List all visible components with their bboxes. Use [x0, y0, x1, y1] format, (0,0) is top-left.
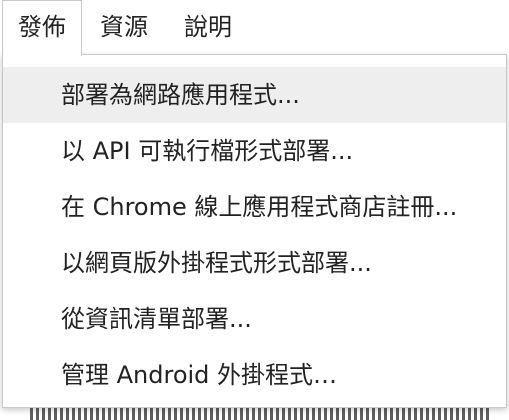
deploy-as-api-executable-item[interactable]: 以 API 可執行檔形式部署... [3, 123, 506, 179]
deploy-from-manifest-item[interactable]: 從資訊清單部署... [3, 291, 506, 347]
deploy-as-web-app-item[interactable]: 部署為網路應用程式... [3, 67, 506, 123]
background-content [30, 406, 490, 420]
publish-dropdown-menu: 部署為網路應用程式... 以 API 可執行檔形式部署... 在 Chrome … [2, 54, 507, 408]
menu-resources[interactable]: 資源 [88, 0, 160, 54]
menu-help[interactable]: 說明 [172, 0, 244, 54]
menu-bar: 發佈 資源 說明 [0, 0, 509, 56]
manage-android-add-ons-item[interactable]: 管理 Android 外掛程式… [3, 347, 506, 403]
menu-publish[interactable]: 發佈 [2, 0, 82, 56]
deploy-as-web-add-on-item[interactable]: 以網頁版外掛程式形式部署... [3, 235, 506, 291]
register-in-chrome-web-store-item[interactable]: 在 Chrome 線上應用程式商店註冊... [3, 179, 506, 235]
